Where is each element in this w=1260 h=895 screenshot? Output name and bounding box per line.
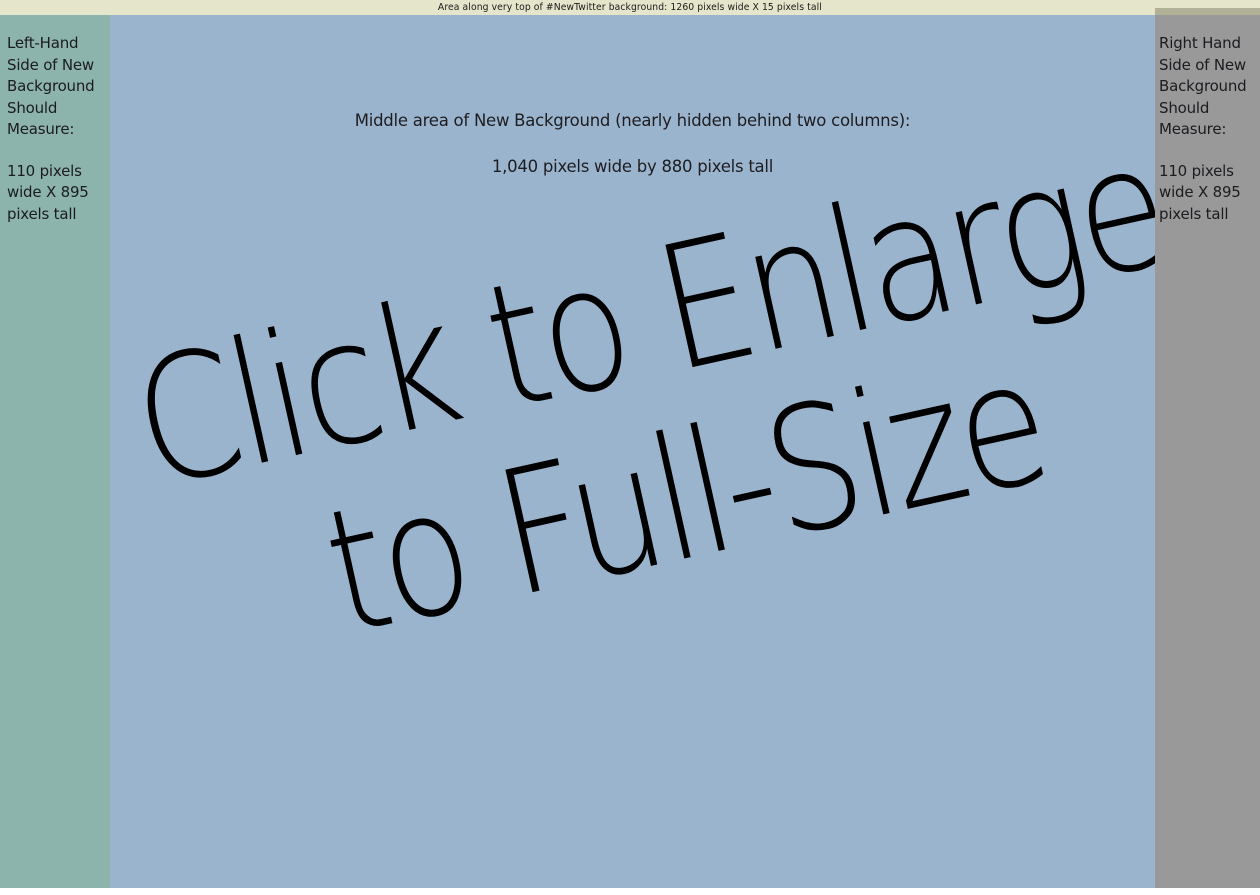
- cta-line-2: to Full-Size: [309, 320, 1062, 675]
- right-column-heading-line-4: Should: [1159, 98, 1210, 117]
- center-heading: Middle area of New Background (nearly hi…: [354, 111, 911, 130]
- left-column-heading-line-5: Measure:: [7, 120, 75, 138]
- top-banner-label: Area along very top of #NewTwitter backg…: [438, 1, 822, 13]
- left-column-measure-line-2: wide X 895: [7, 183, 89, 201]
- left-column-heading-line-1: Left-Hand: [7, 34, 79, 52]
- bottom-white-gutter: [0, 888, 1260, 895]
- left-column-heading-line-2: Side of New: [7, 55, 94, 74]
- right-column-panel: Right Hand Side of New Background Should…: [1155, 15, 1260, 888]
- right-column-heading-line-3: Background: [1159, 77, 1247, 95]
- right-column-spacer: [1159, 141, 1259, 161]
- top-banner-strip: Area along very top of #NewTwitter backg…: [0, 0, 1260, 15]
- right-column-cream-strip: [1155, 0, 1260, 8]
- left-column-text-block: Left-Hand Side of New Background Should …: [7, 33, 107, 225]
- left-column-heading-line-3: Background: [7, 77, 95, 95]
- right-column-heading-line-1: Right Hand: [1159, 34, 1241, 52]
- click-to-enlarge-overlay: Click to Enlarge to Full-Size: [110, 105, 1155, 795]
- right-column-measure-line-2: wide X 895: [1159, 183, 1241, 201]
- right-column-measure-line-1: 110 pixels: [1159, 161, 1234, 180]
- left-column-measure-line-1: 110 pixels: [7, 161, 82, 180]
- bottom-white-gutter-left: [0, 890, 110, 895]
- right-column-khaki-strip: [1155, 8, 1260, 15]
- left-column-panel: Left-Hand Side of New Background Should …: [0, 15, 110, 890]
- right-column-text-block: Right Hand Side of New Background Should…: [1159, 33, 1259, 225]
- center-background-area[interactable]: Middle area of New Background (nearly hi…: [110, 15, 1155, 888]
- right-column-heading-line-2: Side of New: [1159, 55, 1246, 74]
- left-column-heading-line-4: Should: [7, 98, 58, 117]
- center-subheading: 1,040 pixels wide by 880 pixels tall: [491, 157, 774, 176]
- right-column-heading-line-5: Measure:: [1159, 120, 1227, 138]
- left-column-spacer: [7, 141, 107, 161]
- left-column-measure-line-3: pixels tall: [7, 204, 77, 223]
- background-template-canvas: Left-Hand Side of New Background Should …: [0, 0, 1260, 895]
- right-column-measure-line-3: pixels tall: [1159, 204, 1229, 223]
